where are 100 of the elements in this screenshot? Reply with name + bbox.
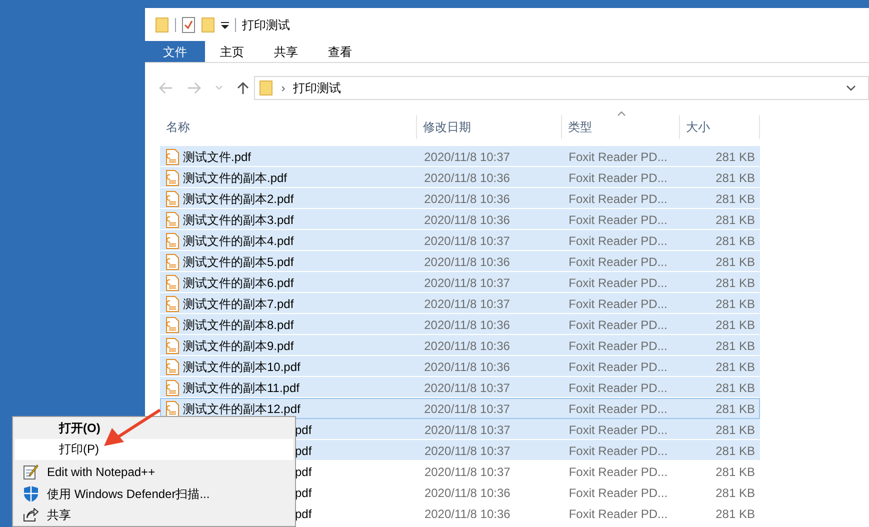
file-size: 281 KB <box>714 464 756 480</box>
ribbon-tab[interactable]: 共享 <box>259 41 313 62</box>
file-name: 测试文件的副本4.pdf <box>183 232 294 250</box>
file-type: Foxit Reader PD... <box>568 506 669 522</box>
pdf-file-icon <box>166 212 179 228</box>
separator-text: › <box>281 80 286 97</box>
modified-date: 2020/11/8 10:37 <box>423 274 511 292</box>
file-name: 测试文件的副本11.pdf <box>183 380 300 396</box>
file-row[interactable]: 测试文件的副本9.pdf 2020/11/8 10:36 Foxit Reader PD... 281 KB <box>160 335 760 356</box>
file-type: Foxit Reader PD... <box>568 358 668 376</box>
file-size: 281 KB <box>714 232 756 250</box>
file-size: 281 KB <box>714 484 756 502</box>
notepad-icon <box>23 464 39 480</box>
folder-icon <box>259 80 274 96</box>
column-header[interactable]: 大小 <box>686 118 710 136</box>
file-name: 测试文件的副本12.pdf <box>183 400 300 418</box>
file-name: 测试文件的副本10.pdf <box>183 358 300 376</box>
pdf-file-icon <box>166 170 179 186</box>
file-type: Foxit Reader PD... <box>568 212 668 228</box>
properties-icon <box>182 16 195 32</box>
column-header[interactable]: 修改日期 <box>423 118 471 136</box>
file-row[interactable]: 测试文件的副本7.pdf 2020/11/8 10:37 Foxit Reader PD... 281 KB <box>160 293 760 314</box>
pdf-file-icon <box>166 232 179 248</box>
file-row[interactable]: 测试文件的副本8.pdf 2020/11/8 10:36 Foxit Reader PD... 281 KB <box>160 314 760 335</box>
file-size: 281 KB <box>714 422 756 438</box>
file-size: 281 KB <box>714 442 756 460</box>
file-size: 281 KB <box>714 400 756 418</box>
file-type: Foxit Reader PD... <box>568 296 668 312</box>
file-type: Foxit Reader PD... <box>568 338 668 354</box>
file-row[interactable]: 测试文件的副本5.pdf 2020/11/8 10:36 Foxit Reader PD... 281 KB <box>160 251 760 272</box>
file-type: Foxit Reader PD... <box>568 274 668 292</box>
dropdown-icon[interactable] <box>221 20 229 28</box>
pdf-file-icon <box>166 190 179 206</box>
folder-icon <box>155 16 169 32</box>
file-name: pdf <box>295 464 312 480</box>
file-size: 281 KB <box>714 148 756 166</box>
modified-date: 2020/11/8 10:37 <box>423 148 511 166</box>
sort-icon <box>617 111 626 116</box>
pdf-file-icon <box>166 358 179 374</box>
file-name: 测试文件的副本8.pdf <box>183 316 294 334</box>
file-row[interactable]: 测试文件的副本11.pdf 2020/11/8 10:37 Foxit Reader PD... 281 KB <box>160 377 760 398</box>
modified-date: 2020/11/8 10:36 <box>423 254 511 270</box>
file-type: Foxit Reader PD... <box>568 484 669 502</box>
file-row[interactable]: 测试文件的副本3.pdf 2020/11/8 10:36 Foxit Reader PD... 281 KB <box>160 209 760 230</box>
modified-date: 2020/11/8 10:36 <box>423 190 511 208</box>
file-row[interactable]: 测试文件.pdf 2020/11/8 10:37 Foxit Reader PD... 281 KB <box>160 146 760 167</box>
file-name: 测试文件的副本9.pdf <box>183 338 294 354</box>
modified-date: 2020/11/8 10:36 <box>423 506 512 522</box>
modified-date: 2020/11/8 10:37 <box>423 232 511 250</box>
window-title: 打印测试 <box>242 16 290 34</box>
file-size: 281 KB <box>714 170 756 186</box>
pdf-file-icon <box>166 254 179 270</box>
file-size: 281 KB <box>714 380 756 396</box>
column-header[interactable]: 类型 <box>568 118 592 136</box>
file-type: Foxit Reader PD... <box>568 422 669 438</box>
file-name: 测试文件的副本.pdf <box>183 170 288 186</box>
file-name: pdf <box>295 506 312 522</box>
chevron-down-icon[interactable] <box>846 85 856 91</box>
file-size: 281 KB <box>714 296 756 312</box>
file-size: 281 KB <box>714 316 756 334</box>
file-row[interactable]: 测试文件的副本6.pdf 2020/11/8 10:37 Foxit Reader PD... 281 KB <box>160 272 760 293</box>
file-type: Foxit Reader PD... <box>568 254 668 270</box>
file-row[interactable]: 测试文件的副本4.pdf 2020/11/8 10:37 Foxit Reader PD... 281 KB <box>160 230 760 251</box>
ribbon-tab[interactable]: 文件 <box>145 41 205 62</box>
file-row[interactable]: 测试文件的副本10.pdf 2020/11/8 10:36 Foxit Reader PD... 281 KB <box>160 356 760 377</box>
file-row[interactable]: 测试文件的副本.pdf 2020/11/8 10:36 Foxit Reader PD... 281 KB <box>160 167 760 188</box>
menu-item[interactable]: 打印(P) <box>15 438 293 460</box>
file-size: 281 KB <box>714 212 756 228</box>
modified-date: 2020/11/8 10:37 <box>423 296 511 312</box>
file-size: 281 KB <box>714 254 756 270</box>
modified-date: 2020/11/8 10:37 <box>423 400 511 418</box>
up-arrow-icon[interactable] <box>237 81 249 95</box>
file-type: Foxit Reader PD... <box>568 170 668 186</box>
modified-date: 2020/11/8 10:37 <box>423 380 511 396</box>
address-bar[interactable]: › 打印测试 <box>254 76 869 100</box>
modified-date: 2020/11/8 10:36 <box>423 212 511 228</box>
ribbon-tab[interactable]: 查看 <box>313 41 367 62</box>
column-header[interactable]: 名称 <box>166 118 190 136</box>
modified-date: 2020/11/8 10:36 <box>423 170 511 186</box>
file-name: 测试文件的副本2.pdf <box>183 190 294 208</box>
pdf-file-icon <box>166 296 179 312</box>
file-type: Foxit Reader PD... <box>568 464 669 480</box>
file-size: 281 KB <box>714 190 756 208</box>
file-type: Foxit Reader PD... <box>568 148 668 166</box>
file-row[interactable]: 测试文件的副本12.pdf 2020/11/8 10:37 Foxit Reader PD... 281 KB <box>160 398 760 419</box>
file-name: 测试文件.pdf <box>183 148 252 166</box>
pdf-file-icon <box>166 380 179 396</box>
pdf-file-icon <box>166 338 179 354</box>
file-type: Foxit Reader PD... <box>568 400 668 418</box>
file-row[interactable]: 测试文件的副本2.pdf 2020/11/8 10:36 Foxit Reader PD... 281 KB <box>160 188 760 209</box>
ribbon-tab[interactable]: 主页 <box>205 41 259 62</box>
file-size: 281 KB <box>714 274 756 292</box>
modified-date: 2020/11/8 10:36 <box>423 358 511 376</box>
path-segment[interactable]: 打印测试 <box>293 79 342 97</box>
shield-icon <box>23 484 39 503</box>
pdf-file-icon <box>166 316 179 332</box>
file-size: 281 KB <box>714 338 756 354</box>
file-name: 测试文件的副本7.pdf <box>183 296 294 312</box>
file-name: 测试文件的副本3.pdf <box>183 212 294 228</box>
share-icon <box>23 508 39 522</box>
